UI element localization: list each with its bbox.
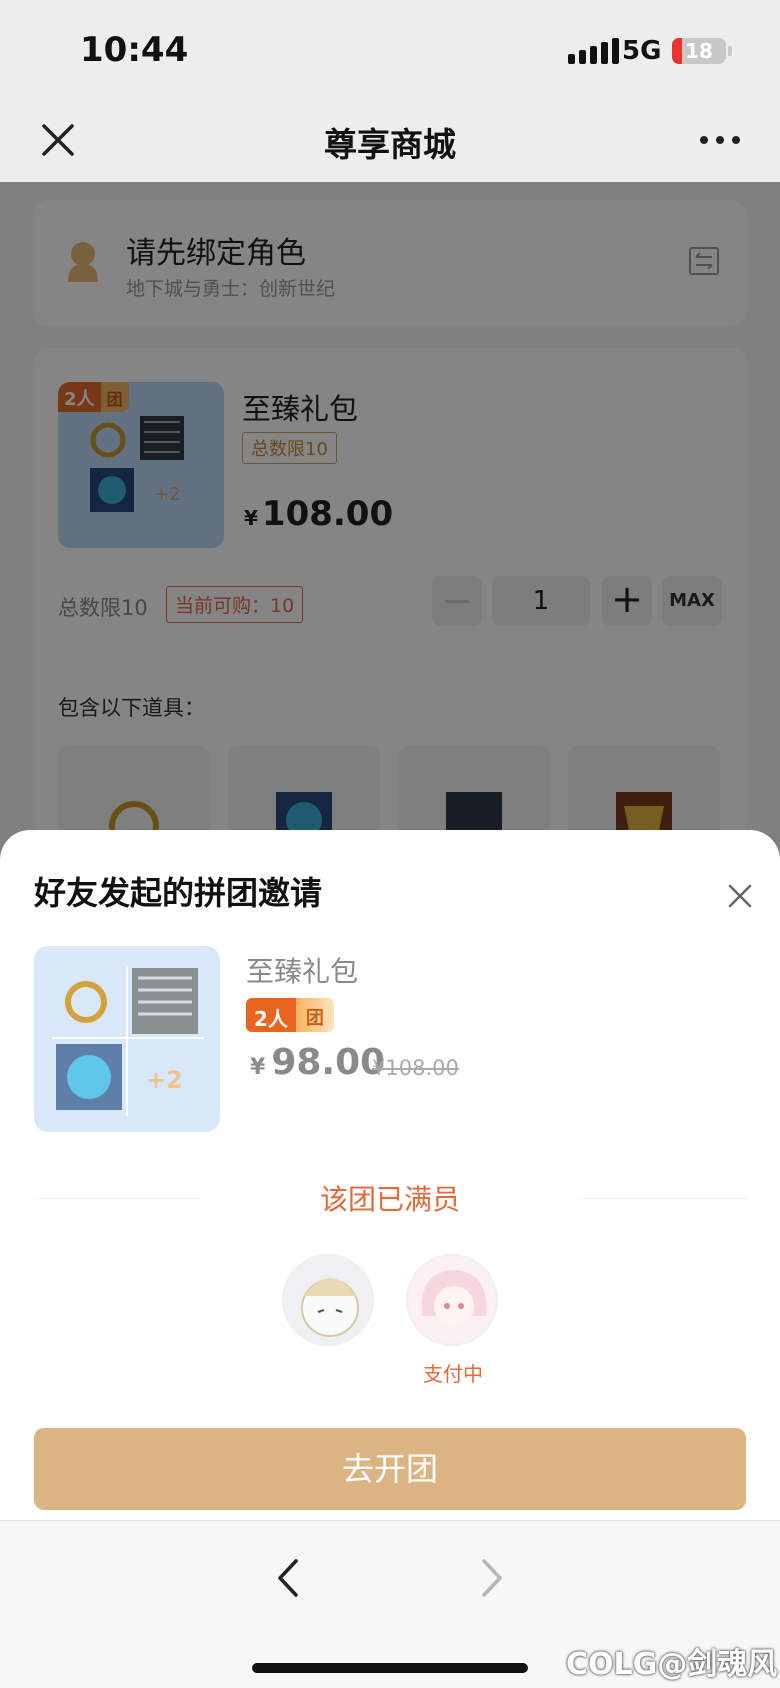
thumb-more: +2	[146, 1066, 183, 1094]
page-title: 尊享商城	[324, 125, 456, 164]
battery-level: 18	[685, 39, 713, 63]
sheet-title: 好友发起的拼团邀请	[34, 874, 323, 912]
home-indicator[interactable]	[252, 1663, 528, 1673]
network-label: 5G	[622, 36, 662, 66]
signal-icon	[568, 38, 619, 64]
more-dots-icon[interactable]	[700, 136, 740, 144]
open-group-button[interactable]: 去开团	[34, 1428, 746, 1510]
status-time: 10:44	[80, 30, 189, 70]
member-status: 支付中	[423, 1362, 483, 1386]
sheet-product-thumbnail: +2	[34, 946, 220, 1132]
divider	[578, 1198, 746, 1199]
sheet-product-name: 至臻礼包	[246, 955, 359, 988]
close-icon[interactable]	[718, 874, 762, 918]
group-price: ¥98.00	[250, 1042, 386, 1083]
battery-icon: 18	[672, 38, 726, 64]
forward-arrow-icon[interactable]	[476, 1555, 506, 1601]
watermark: COLG@剑魂风	[566, 1647, 778, 1682]
group-invite-sheet: 好友发起的拼团邀请 +2 至臻礼包 2人 团 ¥98.00 ¥108.00 该团…	[0, 830, 780, 1520]
group-tag: 2人 团	[246, 998, 334, 1032]
original-price: ¥108.00	[372, 1056, 459, 1080]
member-avatar	[406, 1254, 498, 1346]
status-bar: 10:44 5G 18	[0, 0, 780, 100]
back-arrow-icon[interactable]	[274, 1555, 304, 1601]
member-avatar	[282, 1254, 374, 1346]
bottom-toolbar: COLG@剑魂风	[0, 1520, 780, 1688]
navbar: 尊享商城	[0, 100, 780, 182]
